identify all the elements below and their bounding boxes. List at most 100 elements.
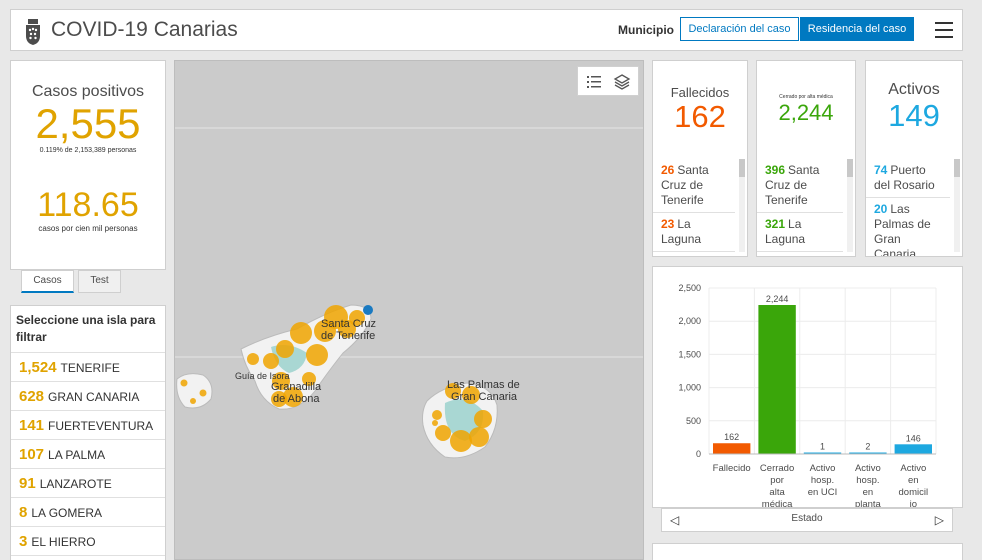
map-label-granadilla: Granadilla de Abona xyxy=(271,381,322,405)
list-item[interactable]: 74 Puerto del Rosario xyxy=(866,159,950,198)
cerrados-card: Cerrado por alta médica 2,244 396 Santa C… xyxy=(756,60,856,257)
x-tick-label: domicil xyxy=(899,487,929,498)
estado-bar-chart: 0 500 1,000 1,500 2,000 2,500 162 Fallecido 2,24… xyxy=(678,283,937,510)
y-tick-label: 0 xyxy=(696,449,701,459)
list-item[interactable]: 26 Santa Cruz de Tenerife xyxy=(653,159,735,213)
list-item[interactable]: 396 Santa Cruz de Tenerife xyxy=(757,159,843,213)
x-tick-label: Activo xyxy=(810,463,836,474)
chart-x-axis-title: Estado xyxy=(791,513,823,524)
bottom-card xyxy=(652,543,963,560)
island-row-el-hierro[interactable]: 3 EL HIERRO xyxy=(11,527,165,556)
hamburger-menu-icon[interactable] xyxy=(935,22,953,38)
x-tick-label: médica xyxy=(762,499,793,507)
x-tick-label: io xyxy=(910,499,917,507)
island-row-lanzarote[interactable]: 91 LANZAROTE xyxy=(11,469,165,498)
island-row-gran-canaria[interactable]: 628 GRAN CANARIA xyxy=(11,382,165,411)
list-item[interactable]: 20 Las Palmas de Gran Canaria xyxy=(866,198,950,256)
casos-rate: 118.65 xyxy=(37,186,139,224)
island-count: 107 xyxy=(19,446,45,463)
tab-casos[interactable]: Casos xyxy=(21,270,74,293)
island-count: 8 xyxy=(19,504,28,521)
residencia-del-caso-button[interactable]: Residencia del caso xyxy=(800,17,914,41)
x-tick-label: en UCI xyxy=(808,487,838,498)
island-row-la-gomera[interactable]: 8 LA GOMERA xyxy=(11,498,165,527)
x-tick-label: alta xyxy=(769,487,785,498)
island-name: LANZAROTE xyxy=(39,477,112,491)
island-row-la-palma[interactable]: 107 LA PALMA xyxy=(11,440,165,469)
cerrados-value: 2,244 xyxy=(778,100,834,125)
la-gomera-island[interactable] xyxy=(176,373,213,409)
island-name: TENERIFE xyxy=(60,361,120,375)
tab-test[interactable]: Test xyxy=(78,270,121,293)
activos-value: 149 xyxy=(888,98,940,133)
bar-value-label: 146 xyxy=(906,433,921,443)
island-name: GRAN CANARIA xyxy=(48,390,140,404)
chevron-right-icon[interactable]: ▷ xyxy=(935,513,944,527)
map-label-guia: Guía de Isora xyxy=(235,371,290,381)
island-count: 3 xyxy=(19,533,28,550)
bar-value-label: 1 xyxy=(820,442,825,452)
y-tick-label: 500 xyxy=(686,416,701,426)
casos-positivos-card: Casos positivos 2,555 0.119% de 2,153,38… xyxy=(10,60,166,270)
x-tick-label: en xyxy=(908,475,919,486)
island-list-header: Seleccione una isla para filtrar xyxy=(11,306,165,353)
app-title: COVID-19 Canarias xyxy=(51,18,238,41)
island-count: 1,524 xyxy=(19,359,57,376)
island-count: 628 xyxy=(19,388,45,405)
x-tick-label: en xyxy=(863,487,874,498)
x-tick-label: hosp. xyxy=(811,475,834,486)
bar-1 xyxy=(713,443,751,454)
legend-list-icon[interactable] xyxy=(585,73,603,91)
declaracion-del-caso-button[interactable]: Declaración del caso xyxy=(680,17,799,41)
map-canvas[interactable]: Santa Cruz de Tenerife Guía de Isora Gran… xyxy=(175,61,644,560)
bar-2 xyxy=(758,304,796,454)
y-tick-label: 2,500 xyxy=(678,283,701,293)
map-label-santa-cruz: Santa Cruz de Tenerife xyxy=(321,318,376,342)
fallecidos-value: 162 xyxy=(674,99,726,134)
island-filter-list: Seleccione una isla para filtrar 1,524 TE… xyxy=(10,305,166,560)
map-toolbar xyxy=(577,66,639,96)
fallecidos-card: Fallecidos 162 26 Santa Cruz de Tenerife … xyxy=(652,60,748,257)
map-label-las-palmas: Las Palmas de Gran Canaria xyxy=(447,379,520,403)
scrollbar-thumb[interactable] xyxy=(954,159,960,177)
canarias-coat-of-arms-icon xyxy=(26,19,40,45)
chart-nav: ◁ Estado ▷ xyxy=(661,508,953,532)
layers-icon[interactable] xyxy=(613,73,631,91)
x-tick-label: Activo xyxy=(900,463,926,474)
y-tick-label: 1,000 xyxy=(678,383,701,393)
activos-card: Activos 149 74 Puerto del Rosario 20 Las P… xyxy=(865,60,963,257)
island-row-fuerteventura[interactable]: 141 FUERTEVENTURA xyxy=(11,411,165,440)
item-count: 321 xyxy=(765,217,786,231)
casos-title: Casos positivos xyxy=(31,83,145,100)
x-tick-label: por xyxy=(770,475,784,486)
list-item[interactable]: 23 La Laguna xyxy=(653,213,735,252)
casos-total: 2,555 xyxy=(35,100,141,147)
y-tick-label: 1,500 xyxy=(678,349,701,359)
island-count: 141 xyxy=(19,417,45,434)
scrollbar-thumb[interactable] xyxy=(739,159,745,177)
x-tick-label: Cerrado xyxy=(760,463,794,474)
bar-value-label: 2 xyxy=(865,442,870,452)
app-header: COVID-19 Canarias Municipio Declaración … xyxy=(10,9,963,51)
casos-pct-note: 0.119% de 2,153,389 personas xyxy=(39,147,137,154)
y-tick-label: 2,000 xyxy=(678,316,701,326)
fallecidos-list: 26 Santa Cruz de Tenerife 23 La Laguna xyxy=(653,159,735,256)
activos-list: 74 Puerto del Rosario 20 Las Palmas de Gra… xyxy=(866,159,950,256)
estado-bar-chart-card: 0 500 1,000 1,500 2,000 2,500 162 Fallecido 2,24… xyxy=(652,266,963,510)
casos-rate-note: casos por cien mil personas xyxy=(38,224,138,233)
island-count: 91 xyxy=(19,475,36,492)
island-row-tenerife[interactable]: 1,524 TENERIFE xyxy=(11,353,165,382)
scrollbar-thumb[interactable] xyxy=(847,159,853,177)
bar-5 xyxy=(894,444,932,454)
municipio-label: Municipio xyxy=(618,23,674,37)
list-item[interactable]: 321 La Laguna xyxy=(757,213,843,252)
item-count: 74 xyxy=(874,163,888,177)
fallecidos-title: Fallecidos xyxy=(670,85,730,100)
island-name: LA GOMERA xyxy=(31,506,103,520)
cerrados-list: 396 Santa Cruz de Tenerife 321 La Laguna xyxy=(757,159,843,256)
bar-value-label: 162 xyxy=(724,432,739,442)
x-tick-label: Fallecido xyxy=(713,463,751,474)
item-count: 26 xyxy=(661,163,675,177)
map-view[interactable]: Santa Cruz de Tenerife Guía de Isora Gran… xyxy=(174,60,644,560)
item-count: 23 xyxy=(661,217,675,231)
